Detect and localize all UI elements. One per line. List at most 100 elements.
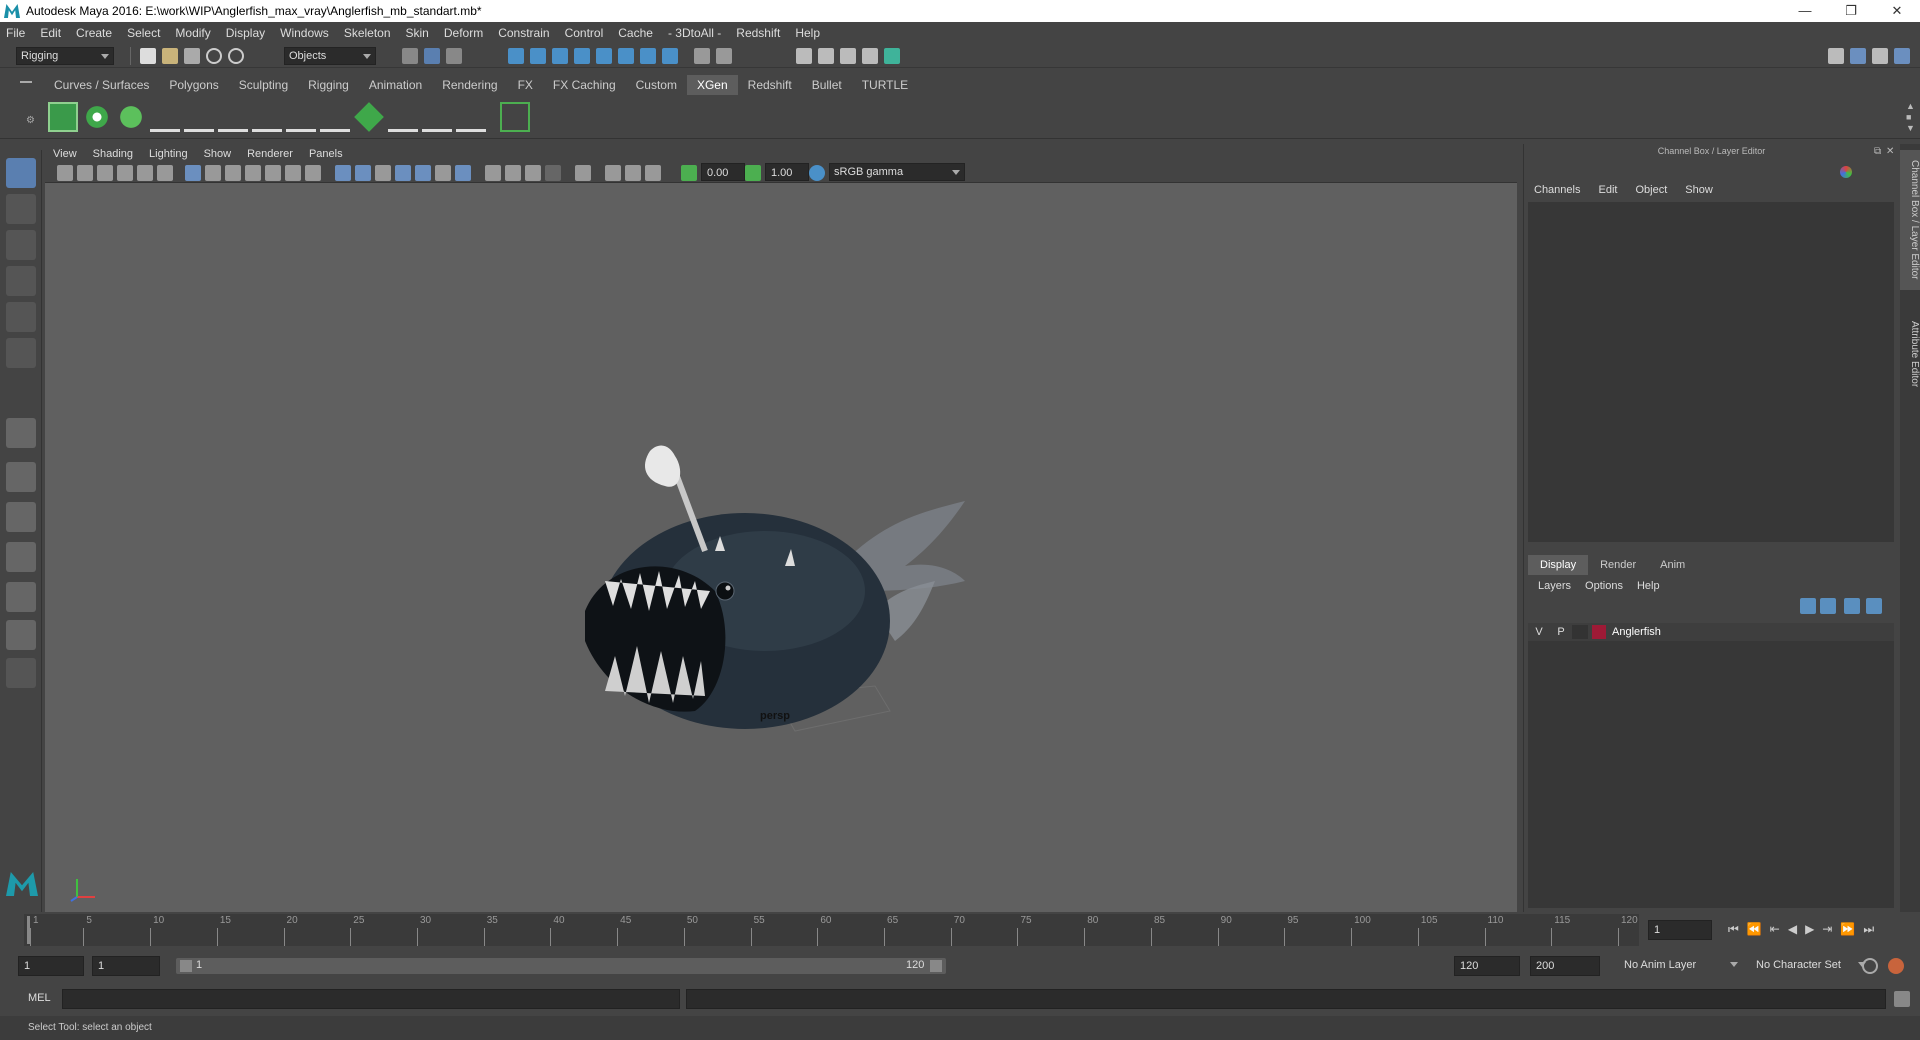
- step-back-key-icon[interactable]: ⏪: [1747, 922, 1770, 936]
- redo-icon[interactable]: [228, 48, 244, 64]
- layer-row[interactable]: V P Anglerfish: [1528, 623, 1894, 641]
- menu-cache[interactable]: Cache: [618, 26, 653, 40]
- field-chart-icon[interactable]: [265, 165, 281, 181]
- undo-icon[interactable]: [206, 48, 222, 64]
- textured-icon[interactable]: [395, 165, 411, 181]
- history-icon[interactable]: [716, 48, 732, 64]
- channel-box-icon[interactable]: [1894, 48, 1910, 64]
- layer-color-swatch[interactable]: [1592, 625, 1606, 639]
- xgen-editor-icon[interactable]: [48, 102, 78, 132]
- auto-key-icon[interactable]: [1862, 958, 1878, 974]
- channel-box-area[interactable]: [1528, 202, 1894, 542]
- close-button[interactable]: ✕: [1874, 0, 1920, 22]
- hypershade-layout-icon[interactable]: [6, 582, 36, 612]
- script-editor-icon[interactable]: [1894, 991, 1910, 1007]
- ambient-occlusion-icon[interactable]: [455, 165, 471, 181]
- xgen-create-description-icon[interactable]: [82, 102, 112, 132]
- restore-button[interactable]: ❐: [1828, 0, 1874, 22]
- time-ruler[interactable]: 1 5 10 15 20 25 30 35 40 45 50 55 60 65 70 75 80 85 90 95 10…: [24, 914, 1639, 946]
- layer-menu-options[interactable]: Options: [1585, 580, 1623, 592]
- xray-icon[interactable]: [545, 165, 561, 181]
- motion-blur-icon[interactable]: [485, 165, 501, 181]
- select-hierarchy-icon[interactable]: [402, 48, 418, 64]
- menu-display[interactable]: Display: [226, 26, 265, 40]
- xgen-preview-icon[interactable]: [500, 102, 530, 132]
- layer-display-type[interactable]: [1572, 625, 1588, 639]
- channel-menu-object[interactable]: Object: [1635, 184, 1667, 196]
- uv-editor-layout-icon[interactable]: [6, 620, 36, 650]
- go-to-end-icon[interactable]: ⏭: [1863, 922, 1882, 936]
- safe-title-icon[interactable]: [305, 165, 321, 181]
- render-view-icon[interactable]: [796, 48, 812, 64]
- persp-outliner-layout-icon[interactable]: [6, 502, 36, 532]
- xgen-cv-count-icon[interactable]: [388, 102, 418, 132]
- channel-menu-edit[interactable]: Edit: [1598, 184, 1617, 196]
- perspective-viewport[interactable]: [45, 183, 1517, 912]
- snap-surface-icon[interactable]: [662, 48, 678, 64]
- lasso-tool-icon[interactable]: [6, 194, 36, 224]
- menu-skeleton[interactable]: Skeleton: [344, 26, 391, 40]
- shelf-gear-icon[interactable]: ⚙: [26, 115, 35, 126]
- panel-menu-lighting[interactable]: Lighting: [149, 148, 188, 160]
- layer-menu-layers[interactable]: Layers: [1538, 580, 1571, 592]
- snap-curve-icon[interactable]: [530, 48, 546, 64]
- four-view-layout-icon[interactable]: [6, 462, 36, 492]
- rotate-tool-icon[interactable]: [6, 302, 36, 332]
- smooth-shade-icon[interactable]: [355, 165, 371, 181]
- panel-menu-renderer[interactable]: Renderer: [247, 148, 293, 160]
- new-scene-icon[interactable]: [140, 48, 156, 64]
- go-to-start-icon[interactable]: ⏮: [1728, 922, 1747, 936]
- render-settings-icon[interactable]: [862, 48, 878, 64]
- lock-icon[interactable]: [694, 48, 710, 64]
- xgen-normalize-icon[interactable]: [422, 102, 452, 132]
- menu-3dtoall[interactable]: - 3DtoAll -: [668, 26, 721, 40]
- persp-graph-layout-icon[interactable]: [6, 542, 36, 572]
- layer-name[interactable]: Anglerfish: [1612, 626, 1661, 638]
- xgen-lock-guides-icon[interactable]: [286, 102, 316, 132]
- shelf-tab-xgen[interactable]: XGen: [686, 75, 738, 95]
- panel-close-icon[interactable]: ✕: [1886, 146, 1894, 157]
- bookmark-icon[interactable]: [97, 165, 113, 181]
- minimize-button[interactable]: —: [1782, 0, 1828, 22]
- menu-constrain[interactable]: Constrain: [498, 26, 549, 40]
- color-management-icon[interactable]: [809, 165, 825, 181]
- step-back-frame-icon[interactable]: ⇤: [1770, 922, 1788, 936]
- layer-tab-render[interactable]: Render: [1588, 555, 1648, 575]
- more-layouts-icon[interactable]: [6, 658, 36, 688]
- character-set-dropdown[interactable]: No Character Set: [1752, 956, 1870, 976]
- panel-menu-show[interactable]: Show: [204, 148, 232, 160]
- shelf-tab-custom[interactable]: Custom: [626, 75, 687, 95]
- menu-redshift[interactable]: Redshift: [736, 26, 780, 40]
- resolution-gate-icon[interactable]: [225, 165, 241, 181]
- manipulator-icon[interactable]: [1840, 166, 1852, 178]
- shelf-tab-fx[interactable]: FX: [508, 75, 543, 95]
- panel-float-icon[interactable]: ⧉: [1874, 146, 1881, 157]
- scale-tool-icon[interactable]: [6, 338, 36, 368]
- play-forward-icon[interactable]: ▶: [1805, 922, 1822, 936]
- step-forward-key-icon[interactable]: ⏩: [1840, 922, 1863, 936]
- anim-layer-dropdown[interactable]: No Anim Layer: [1620, 956, 1742, 976]
- save-scene-icon[interactable]: [184, 48, 200, 64]
- select-tool-icon[interactable]: [6, 158, 36, 188]
- shadows-icon[interactable]: [435, 165, 451, 181]
- paint-select-tool-icon[interactable]: [6, 230, 36, 260]
- command-language-label[interactable]: MEL: [28, 992, 51, 1004]
- exposure-icon[interactable]: [681, 165, 697, 181]
- 2d-pan-zoom-icon[interactable]: [137, 165, 153, 181]
- backface-culling-icon[interactable]: [645, 165, 661, 181]
- range-bar[interactable]: 1 120: [176, 958, 946, 974]
- channel-menu-channels[interactable]: Channels: [1534, 184, 1580, 196]
- gamma-icon[interactable]: [745, 165, 761, 181]
- shelf-options-icon[interactable]: [20, 81, 32, 83]
- xgen-primitives-icon[interactable]: [116, 102, 146, 132]
- snap-grid-icon[interactable]: [508, 48, 524, 64]
- shelf-tab-fx-caching[interactable]: FX Caching: [543, 75, 626, 95]
- xgen-rebuild-icon[interactable]: [456, 102, 486, 132]
- gate-mask-icon[interactable]: [245, 165, 261, 181]
- animation-preferences-icon[interactable]: [1888, 958, 1904, 974]
- step-forward-frame-icon[interactable]: ⇥: [1822, 922, 1840, 936]
- xray-joints-icon[interactable]: [605, 165, 621, 181]
- snap-vertex-icon[interactable]: [618, 48, 634, 64]
- image-plane-icon[interactable]: [117, 165, 133, 181]
- single-perspective-layout-icon[interactable]: [6, 418, 36, 448]
